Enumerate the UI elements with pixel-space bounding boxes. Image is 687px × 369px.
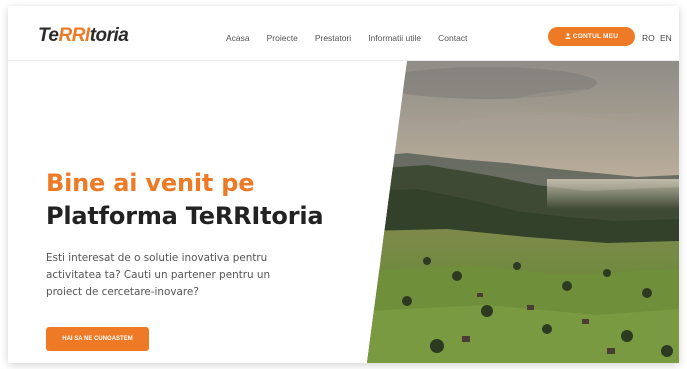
site-header: TeRRItoria Acasa Proiecte Prestatori Inf… — [8, 6, 679, 61]
hero-description: Esti interesat de o solutie inovativa pe… — [46, 252, 271, 298]
lang-ro-link[interactable]: RO — [642, 33, 655, 43]
main-nav: Acasa Proiecte Prestatori Informatii uti… — [226, 33, 484, 43]
hero-title-line2: Platforma TeRRItoria — [46, 202, 324, 230]
nav-item-informatii-utile[interactable]: Informatii utile — [368, 33, 421, 43]
landscape-illustration — [367, 61, 679, 363]
site-logo[interactable]: TeRRItoria — [38, 25, 129, 47]
page-frame: TeRRItoria Acasa Proiecte Prestatori Inf… — [8, 6, 679, 363]
hero-landscape-image — [367, 61, 679, 363]
hero-title-line1: Bine ai venit pe — [46, 169, 255, 197]
nav-item-proiecte[interactable]: Proiecte — [267, 33, 298, 43]
logo-text-accent: RRI — [58, 25, 90, 46]
user-icon — [565, 33, 571, 39]
logo-text-post: toria — [89, 25, 129, 46]
nav-item-acasa[interactable]: Acasa — [226, 33, 250, 43]
logo-text-pre: Te — [38, 25, 59, 46]
account-button[interactable]: CONTUL MEU — [548, 27, 635, 46]
cta-button[interactable]: HAI SA NE CUNOASTEM — [46, 327, 149, 351]
nav-item-contact[interactable]: Contact — [438, 33, 467, 43]
lang-en-link[interactable]: EN — [660, 33, 672, 43]
nav-item-prestatori[interactable]: Prestatori — [315, 33, 351, 43]
account-button-label: CONTUL MEU — [572, 33, 619, 40]
